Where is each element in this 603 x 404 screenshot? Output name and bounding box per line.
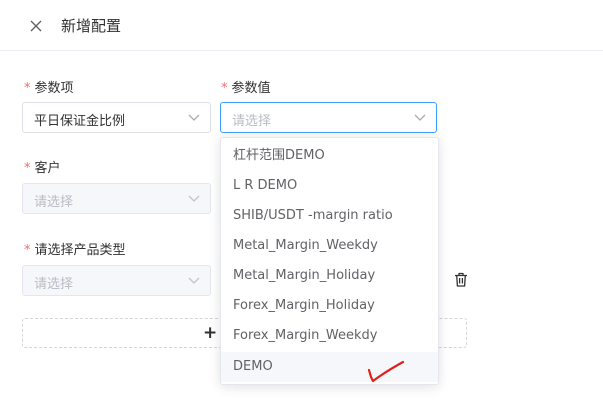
- dropdown-option[interactable]: Forex_Margin_Holiday: [221, 291, 438, 321]
- chevron-down-icon: [188, 277, 200, 284]
- customer-label: * 客户: [24, 161, 61, 176]
- dropdown-option-hovered[interactable]: DEMO: [221, 352, 438, 382]
- dropdown-option[interactable]: Metal_Margin_Weekdy: [221, 231, 438, 261]
- dropdown-option[interactable]: SHIB/USDT -margin ratio: [221, 201, 438, 231]
- required-mark: *: [24, 243, 31, 258]
- trash-icon[interactable]: [454, 272, 468, 287]
- required-mark: *: [24, 161, 31, 176]
- customer-select[interactable]: 请选择: [22, 183, 211, 214]
- dialog-header: 新增配置: [0, 0, 603, 51]
- customer-placeholder: 请选择: [34, 195, 74, 210]
- chevron-up-icon: [414, 114, 426, 121]
- required-mark: *: [24, 81, 31, 96]
- param-value-select[interactable]: 请选择: [220, 102, 437, 133]
- dropdown-option[interactable]: Metal_Margin_Holiday: [221, 261, 438, 291]
- dropdown-option[interactable]: Forex_Margin_Weekdy: [221, 321, 438, 351]
- dialog-title: 新增配置: [61, 17, 122, 35]
- param-item-value: 平日保证金比例: [34, 114, 126, 129]
- dropdown-option[interactable]: 杠杆范围DEMO: [221, 141, 438, 171]
- chevron-down-icon: [188, 195, 200, 202]
- param-item-label: * 参数项: [24, 81, 74, 96]
- close-icon[interactable]: [26, 16, 46, 36]
- chevron-down-icon: [188, 114, 200, 121]
- param-value-label: * 参数值: [221, 81, 271, 96]
- product-type-label: * 请选择产品类型: [24, 243, 126, 258]
- product-type-select[interactable]: 请选择: [22, 265, 211, 296]
- product-type-placeholder: 请选择: [34, 277, 74, 292]
- param-value-dropdown: 杠杆范围DEMO L R DEMO SHIB/USDT -margin rati…: [220, 137, 439, 385]
- required-mark: *: [221, 81, 228, 96]
- param-value-placeholder: 请选择: [232, 114, 272, 129]
- check-mark-annotation: [367, 360, 405, 383]
- plus-icon: +: [203, 323, 218, 343]
- dropdown-option[interactable]: L R DEMO: [221, 171, 438, 201]
- param-item-select[interactable]: 平日保证金比例: [22, 102, 211, 133]
